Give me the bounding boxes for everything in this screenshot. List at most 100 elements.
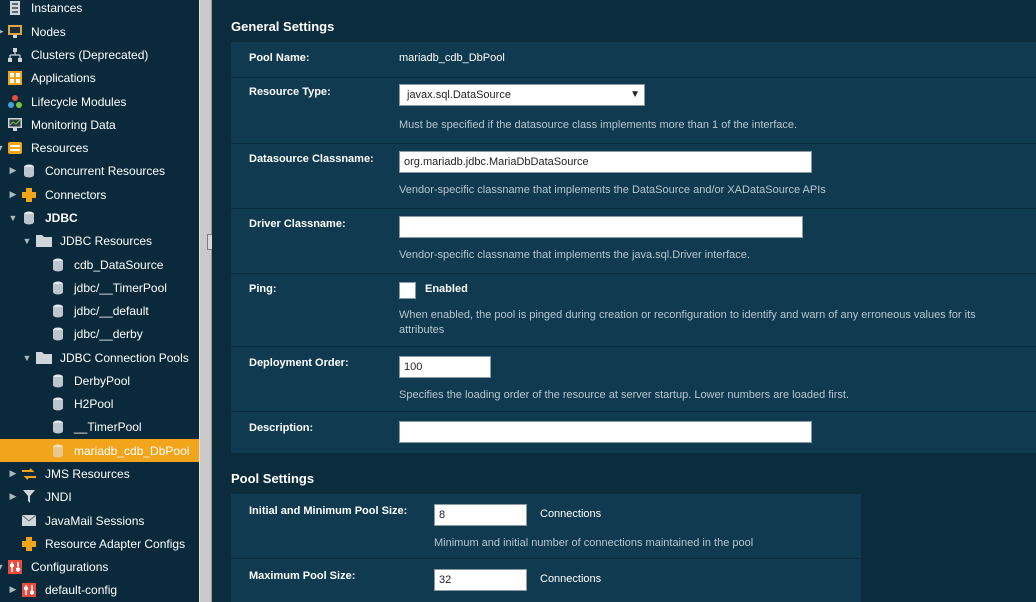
row-divider bbox=[231, 208, 1036, 209]
driver-classname-input[interactable] bbox=[399, 216, 803, 238]
database-icon bbox=[51, 304, 65, 318]
tree-item-jdbc-connection-pools[interactable]: ▼ JDBC Connection Pools bbox=[0, 346, 199, 369]
pool-name-label: Pool Name: bbox=[249, 52, 310, 64]
tree-item-label: Instances bbox=[31, 0, 83, 15]
expand-triangle-icon[interactable]: ▶ bbox=[8, 485, 18, 508]
row-divider bbox=[231, 558, 861, 559]
description-input[interactable] bbox=[399, 421, 812, 443]
tree-item-resource-adapter-configs[interactable]: Resource Adapter Configs bbox=[0, 532, 199, 555]
tree-item-label: DerbyPool bbox=[74, 373, 131, 388]
tree-item-label: JDBC bbox=[45, 210, 78, 225]
initial-min-pool-size-help: Minimum and initial number of connection… bbox=[434, 537, 754, 549]
resource-type-label: Resource Type: bbox=[249, 86, 331, 98]
pane-splitter[interactable] bbox=[199, 0, 213, 602]
resource-type-selected: javax.sql.DataSource bbox=[407, 89, 511, 101]
tree-item-label: JDBC Connection Pools bbox=[60, 350, 189, 365]
tree-item-jdbc[interactable]: ▼ JDBC bbox=[0, 206, 199, 229]
tree-item-label: __TimerPool bbox=[74, 419, 142, 434]
collapse-triangle-icon[interactable]: ▼ bbox=[22, 229, 32, 252]
ping-enabled-label: Enabled bbox=[425, 283, 468, 295]
tree-item-jndi[interactable]: ▶ JNDI bbox=[0, 485, 199, 508]
collapse-triangle-icon[interactable]: ▼ bbox=[8, 206, 18, 229]
tree-item-label: Lifecycle Modules bbox=[31, 94, 127, 109]
tree-item-label: jdbc/__derby bbox=[74, 326, 143, 341]
tree-item-label: default-config bbox=[45, 582, 118, 597]
tree-item-label: Connectors bbox=[45, 187, 107, 202]
row-divider bbox=[231, 346, 1036, 347]
connector-icon bbox=[22, 187, 36, 202]
tree-item-label: JDBC Resources bbox=[60, 233, 153, 248]
tree-item-resources[interactable]: ▼ Resources bbox=[0, 136, 199, 159]
tree-item-default-config[interactable]: ▶ default-config bbox=[0, 578, 199, 601]
datasource-classname-label: Datasource Classname: bbox=[249, 153, 374, 165]
dropdown-arrow-icon: ▼ bbox=[630, 89, 640, 100]
tree-item-label: mariadb_cdb_DbPool bbox=[74, 443, 190, 458]
tree-item-jdbc-derby[interactable]: jdbc/__derby bbox=[0, 322, 199, 345]
pool-settings-title: Pool Settings bbox=[231, 471, 315, 486]
tree-item-label: Clusters (Deprecated) bbox=[31, 47, 149, 62]
tree-item-timerpool[interactable]: __TimerPool bbox=[0, 415, 199, 438]
collapse-triangle-icon[interactable]: ▼ bbox=[22, 346, 32, 369]
database-icon bbox=[51, 374, 65, 388]
tree-item-jdbc-timerpool[interactable]: jdbc/__TimerPool bbox=[0, 276, 199, 299]
tree-item-lifecycle-modules[interactable]: Lifecycle Modules bbox=[0, 90, 199, 113]
row-divider bbox=[231, 273, 1036, 274]
tree-item-configurations[interactable]: ▼ Configurations bbox=[0, 555, 199, 578]
resource-type-select[interactable]: javax.sql.DataSource ▼ bbox=[399, 84, 645, 106]
database-icon bbox=[51, 281, 65, 295]
datasource-classname-input[interactable] bbox=[399, 151, 812, 173]
expand-triangle-icon[interactable]: ▶ bbox=[8, 578, 18, 601]
tree-item-concurrent-resources[interactable]: ▶ Concurrent Resources bbox=[0, 159, 199, 182]
tree-item-cdb-datasource[interactable]: cdb_DataSource bbox=[0, 253, 199, 276]
general-settings-title: General Settings bbox=[231, 19, 335, 34]
tree-item-javamail-sessions[interactable]: JavaMail Sessions bbox=[0, 509, 199, 532]
ping-help-line2: attributes bbox=[399, 324, 445, 336]
main-content: General Settings Pool Name: mariadb_cdb_… bbox=[212, 0, 1036, 602]
configuration-icon bbox=[22, 582, 36, 597]
datasource-classname-help: Vendor-specific classname that implement… bbox=[399, 184, 826, 196]
tree-item-nodes[interactable]: ▶ Nodes bbox=[0, 20, 199, 43]
tree-item-applications[interactable]: Applications bbox=[0, 66, 199, 89]
applications-icon bbox=[8, 70, 22, 85]
collapse-triangle-icon[interactable]: ▼ bbox=[0, 136, 5, 159]
initial-min-pool-size-input[interactable] bbox=[434, 504, 527, 526]
tree-item-derbypool[interactable]: DerbyPool bbox=[0, 369, 199, 392]
expand-triangle-icon[interactable]: ▶ bbox=[8, 159, 18, 182]
tree-item-h2pool[interactable]: H2Pool bbox=[0, 392, 199, 415]
expand-triangle-icon[interactable]: ▶ bbox=[8, 183, 18, 206]
monitor-icon bbox=[8, 118, 22, 132]
resources-icon bbox=[8, 141, 22, 155]
collapse-triangle-icon[interactable]: ▼ bbox=[0, 555, 5, 578]
tree-item-clusters[interactable]: Clusters (Deprecated) bbox=[0, 43, 199, 66]
database-icon bbox=[51, 444, 65, 458]
row-divider bbox=[231, 143, 1036, 144]
cluster-icon bbox=[8, 47, 22, 62]
max-pool-size-input[interactable] bbox=[434, 569, 527, 591]
node-icon bbox=[8, 25, 22, 39]
ping-help-line1: When enabled, the pool is pinged during … bbox=[399, 309, 976, 321]
navigation-tree: Instances ▶ Nodes Clusters (Deprecated) … bbox=[0, 0, 199, 602]
mail-icon bbox=[22, 514, 36, 528]
lifecycle-icon bbox=[8, 94, 22, 109]
max-pool-size-unit: Connections bbox=[540, 573, 602, 585]
database-icon bbox=[51, 258, 65, 272]
database-icon bbox=[51, 420, 65, 434]
expand-triangle-icon[interactable]: ▶ bbox=[8, 462, 18, 485]
tree-item-instances[interactable]: Instances bbox=[0, 0, 199, 19]
database-icon bbox=[51, 327, 65, 341]
folder-icon bbox=[36, 351, 52, 365]
tree-item-jdbc-resources[interactable]: ▼ JDBC Resources bbox=[0, 229, 199, 252]
configuration-icon bbox=[8, 559, 22, 574]
tree-item-jms-resources[interactable]: ▶ JMS Resources bbox=[0, 462, 199, 485]
tree-item-jdbc-default[interactable]: jdbc/__default bbox=[0, 299, 199, 322]
tree-item-mariadb-cdb-dbpool[interactable]: mariadb_cdb_DbPool bbox=[0, 439, 199, 462]
expand-triangle-icon[interactable]: ▶ bbox=[0, 20, 5, 43]
deployment-order-input[interactable] bbox=[399, 356, 491, 378]
database-icon bbox=[22, 211, 36, 225]
ping-enabled-checkbox[interactable] bbox=[399, 282, 416, 299]
tree-item-connectors[interactable]: ▶ Connectors bbox=[0, 183, 199, 206]
initial-min-pool-size-unit: Connections bbox=[540, 508, 602, 520]
filter-icon bbox=[22, 490, 36, 504]
tree-item-monitoring-data[interactable]: Monitoring Data bbox=[0, 113, 199, 136]
driver-classname-label: Driver Classname: bbox=[249, 218, 346, 230]
